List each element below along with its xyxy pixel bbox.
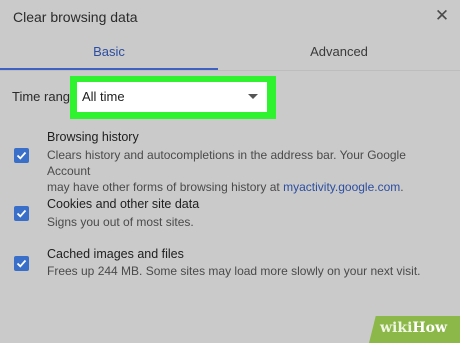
clear-browsing-data-dialog: Clear browsing data ✕ Basic Advanced Tim…	[0, 0, 460, 343]
myactivity-link[interactable]: myactivity.google.com	[283, 180, 400, 194]
description-suffix: .	[400, 180, 404, 194]
tab-bar: Basic Advanced	[0, 36, 460, 71]
cookies-title: Cookies and other site data	[47, 197, 200, 211]
watermark-how: How	[412, 320, 448, 336]
time-range-select[interactable]: All time	[77, 82, 267, 112]
browsing-history-checkbox[interactable]	[14, 148, 29, 163]
cookies-checkbox[interactable]	[14, 206, 29, 221]
browsing-history-title: Browsing history	[47, 130, 139, 144]
tab-divider	[0, 70, 460, 71]
tab-basic[interactable]: Basic	[0, 36, 218, 68]
cookies-description: Signs you out of most sites.	[47, 215, 194, 229]
description-line: may have other forms of browsing history…	[47, 179, 447, 195]
dialog-title: Clear browsing data	[13, 9, 138, 25]
time-range-label: Time range	[12, 89, 78, 104]
checkmark-icon	[16, 151, 27, 160]
description-line: Clears history and autocompletions in th…	[47, 148, 406, 178]
tab-advanced[interactable]: Advanced	[218, 36, 460, 68]
browsing-history-description: Clears history and autocompletions in th…	[47, 147, 447, 195]
cached-images-title: Cached images and files	[47, 247, 184, 261]
close-icon[interactable]: ✕	[432, 6, 452, 26]
checkmark-icon	[16, 259, 27, 268]
wikihow-watermark: wikiHow	[380, 320, 447, 336]
description-text: may have other forms of browsing history…	[47, 180, 284, 194]
watermark-wiki: wiki	[380, 320, 413, 336]
cached-images-checkbox[interactable]	[14, 256, 29, 271]
cached-images-description: Frees up 244 MB. Some sites may load mor…	[47, 264, 421, 278]
checkmark-icon	[16, 209, 27, 218]
time-range-value: All time	[82, 89, 125, 104]
dropdown-arrow-icon	[248, 94, 258, 99]
